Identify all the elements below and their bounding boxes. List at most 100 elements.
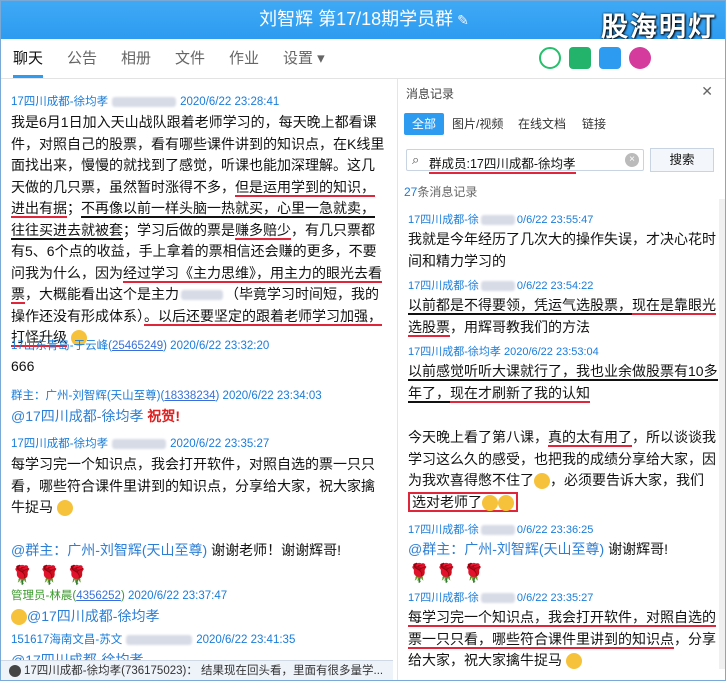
phone-icon[interactable] <box>539 47 561 69</box>
result-count: 27条消息记录 <box>404 185 478 199</box>
filter-media[interactable]: 图片/视频 <box>452 113 503 135</box>
message-text: 我就是今年经历了几次大的操作失误，才决心花时间和精力学习的 <box>408 231 716 269</box>
search-icon: ⌕ <box>412 152 420 167</box>
message-item: 17四川成都-徐均孝 2020/6/22 23:35:27 每学习完一个知识点，我… <box>11 435 386 519</box>
fist-emoji <box>56 500 73 517</box>
message-text: 我是6月1日加入天山战队跟着老师学习的，每天晚上都看课件，对照自己的股票，看有哪… <box>11 114 385 347</box>
search-row: ⌕ 群成员:17四川成都-徐均孝 × 搜索 <box>406 148 720 174</box>
history-item: 17四川成都-徐 0/6/22 23:55:47 我就是今年经历了几次大的操作失误… <box>408 211 724 272</box>
sender-name[interactable]: 17四川成都-徐均孝 <box>11 438 108 450</box>
sender-name[interactable]: 151617海南文昌-苏文 <box>11 634 122 646</box>
sender-name[interactable]: 17四川成都-徐均孝 <box>408 346 501 358</box>
timestamp: 2020/6/22 23:34:03 <box>222 390 322 402</box>
timestamp: 2020/6/22 23:37:47 <box>128 590 228 602</box>
fist-emoji <box>565 653 582 670</box>
message-text: 每学习完一个知识点，我会打开软件，对照自选的票一只只看，哪些符合课件里讲到的知识… <box>11 456 375 517</box>
timestamp: 0/6/22 23:36:25 <box>516 524 594 536</box>
blurred-id <box>126 634 193 645</box>
filter-docs[interactable]: 在线文档 <box>518 113 566 135</box>
timestamp: 0/6/22 23:35:27 <box>516 592 594 604</box>
share-screen-icon[interactable] <box>599 47 621 69</box>
clear-icon[interactable]: × <box>625 153 639 167</box>
timestamp: 2020/6/22 23:35:27 <box>170 438 270 450</box>
video-icon[interactable] <box>569 47 591 69</box>
message-text: 666 <box>11 358 35 374</box>
grin-emoji <box>482 494 498 511</box>
message-text: 每学习完一个知识点，我会打开软件，对照自选的票一只只看，哪些符合课件里讲到的知识… <box>408 609 716 670</box>
rose-emoji-row: 🌹 🌹 🌹 <box>11 564 89 585</box>
message-meta: 群主：广州-刘智辉(天山至尊)(18338234) 2020/6/22 23:3… <box>11 390 322 402</box>
history-item: 17四川成都-徐 0/6/22 23:36:25 @群主：广州-刘智辉(天山至尊)… <box>408 521 724 585</box>
timestamp: 2020/6/22 23:41:35 <box>196 634 296 646</box>
tab-homework[interactable]: 作业 <box>229 47 259 68</box>
message-meta: 151617海南文昌-苏文 2020/6/22 23:41:35 <box>11 631 386 647</box>
filter-all[interactable]: 全部 <box>404 113 445 135</box>
sender-name[interactable]: 群主：广州-刘智辉(天山至尊) <box>11 390 161 402</box>
message-item: @群主：广州-刘智辉(天山至尊) 谢谢老师！谢谢辉哥! 🌹 🌹 🌹 <box>11 537 386 587</box>
message-meta: 17四川成都-徐均孝 2020/6/22 23:35:27 <box>11 435 386 451</box>
sender-name[interactable]: 17四川成都-徐 <box>408 214 479 226</box>
message-text: @17四川成都-徐均孝 祝贺! <box>11 408 181 424</box>
timestamp: 2020/6/22 23:28:41 <box>180 96 280 108</box>
message-item: 群主：广州-刘智辉(天山至尊)(18338234) 2020/6/22 23:3… <box>11 387 386 428</box>
mention[interactable]: @群主：广州-刘智辉(天山至尊) <box>11 542 207 558</box>
tab-files[interactable]: 文件 <box>175 47 205 68</box>
message-history-panel: 消息记录 ✕ 全部 图片/视频 在线文档 链接 ⌕ 群成员:17四川成都-徐均孝 ×… <box>397 79 725 680</box>
avatar <box>9 664 21 677</box>
sender-name[interactable]: 17四川成都-徐 <box>408 524 479 536</box>
tab-settings[interactable]: 设置 ▾ <box>283 47 325 68</box>
blurred-id <box>480 525 515 536</box>
tab-announcement[interactable]: 公告 <box>67 47 97 68</box>
search-button[interactable]: 搜索 <box>650 148 714 172</box>
message-item: 管理员-林晨(4356252) 2020/6/22 23:37:47 @17四川… <box>11 587 386 628</box>
message-item: 17山东青岛-于云峰(25465249) 2020/6/22 23:32:20 … <box>11 337 386 378</box>
reply-preview-bar[interactable]: 17四川成都-徐均孝(736175023)： 结果现在回头看，里面有很多量学..… <box>1 660 393 680</box>
mention[interactable]: @17四川成都-徐均孝 <box>27 608 159 624</box>
mention[interactable]: @17四川成都-徐均孝 <box>11 652 143 660</box>
rose-emoji-row: 🌹 🌹 🌹 <box>408 562 486 583</box>
filter-links[interactable]: 链接 <box>582 113 606 135</box>
panel-title: 消息记录 <box>406 87 455 101</box>
tab-album[interactable]: 相册 <box>121 47 151 68</box>
message-text: @群主：广州-刘智辉(天山至尊) 谢谢老师！谢谢辉哥! <box>11 542 341 558</box>
history-item: 17四川成都-徐 0/6/22 23:54:22 以前都是不得要领，凭运气选股票，… <box>408 277 724 338</box>
search-input[interactable]: ⌕ 群成员:17四川成都-徐均孝 × <box>406 149 644 174</box>
mention[interactable]: @17四川成都-徐均孝 <box>11 408 143 424</box>
blurred-id <box>480 215 515 226</box>
reply-preview-text: 17四川成都-徐均孝(736175023)： 结果现在回头看，里面有很多量学..… <box>24 665 384 677</box>
sender-name[interactable]: 17四川成都-徐 <box>408 280 479 292</box>
sender-name[interactable]: 17四川成都-徐 <box>408 592 479 604</box>
close-icon[interactable]: ✕ <box>701 83 713 100</box>
timestamp: 2020/6/22 23:53:04 <box>503 346 599 358</box>
blurred-id <box>480 281 515 292</box>
history-item: 17四川成都-徐均孝 2020/6/22 23:53:04 以前感觉听听大课就行… <box>408 343 724 404</box>
sender-name[interactable]: 管理员-林晨 <box>11 590 72 602</box>
message-text: @17四川成都-徐均孝 <box>11 606 386 628</box>
highlight-box: 选对老师了 <box>408 491 518 512</box>
add-app-icon[interactable] <box>629 47 651 69</box>
title-bar: 刘智辉 第17/18期学员群 ✎ 股海明灯 <box>1 1 725 42</box>
qq-number[interactable]: 25465249 <box>112 340 163 352</box>
chat-message-list[interactable]: 17四川成都-徐均孝 2020/6/22 23:28:41 我是6月1日加入天山战… <box>1 85 393 660</box>
timestamp: 0/6/22 23:55:47 <box>516 214 594 226</box>
sender-name[interactable]: 17山东青岛-于云峰 <box>11 340 108 352</box>
sender-name[interactable]: 17四川成都-徐均孝 <box>11 96 108 108</box>
smile-emoji <box>534 473 550 490</box>
message-text: @群主：广州-刘智辉(天山至尊) 谢谢辉哥! <box>408 541 668 557</box>
history-item: 17四川成都-徐 0/6/22 23:35:27 每学习完一个知识点，我会打开软件… <box>408 589 724 672</box>
message-text: 今天晚上看了第八课，真的太有用了，所以谈谈我学习这么久的感受，也把我的成绩分享给… <box>408 429 716 512</box>
blurred-id <box>112 96 177 107</box>
message-item: 151617海南文昌-苏文 2020/6/22 23:41:35 @17四川成都-… <box>11 631 386 660</box>
tab-chat[interactable]: 聊天 <box>13 47 44 78</box>
message-text: @17四川成都-徐均孝 <box>11 650 386 660</box>
qq-number[interactable]: 18338234 <box>164 390 215 402</box>
tab-bar: 聊天 公告 相册 文件 作业 设置 ▾ <box>1 39 725 79</box>
qq-number[interactable]: 4356252 <box>76 590 121 602</box>
message-meta: 17山东青岛-于云峰(25465249) 2020/6/22 23:32:20 <box>11 340 270 352</box>
thumbs-up-emoji <box>11 609 27 626</box>
edit-icon[interactable]: ✎ <box>457 12 469 28</box>
scrollbar[interactable] <box>719 199 725 669</box>
blurred-id <box>480 593 515 604</box>
message-item: 17四川成都-徐均孝 2020/6/22 23:28:41 我是6月1日加入天山战… <box>11 93 386 349</box>
mention[interactable]: @群主：广州-刘智辉(天山至尊) <box>408 541 604 557</box>
